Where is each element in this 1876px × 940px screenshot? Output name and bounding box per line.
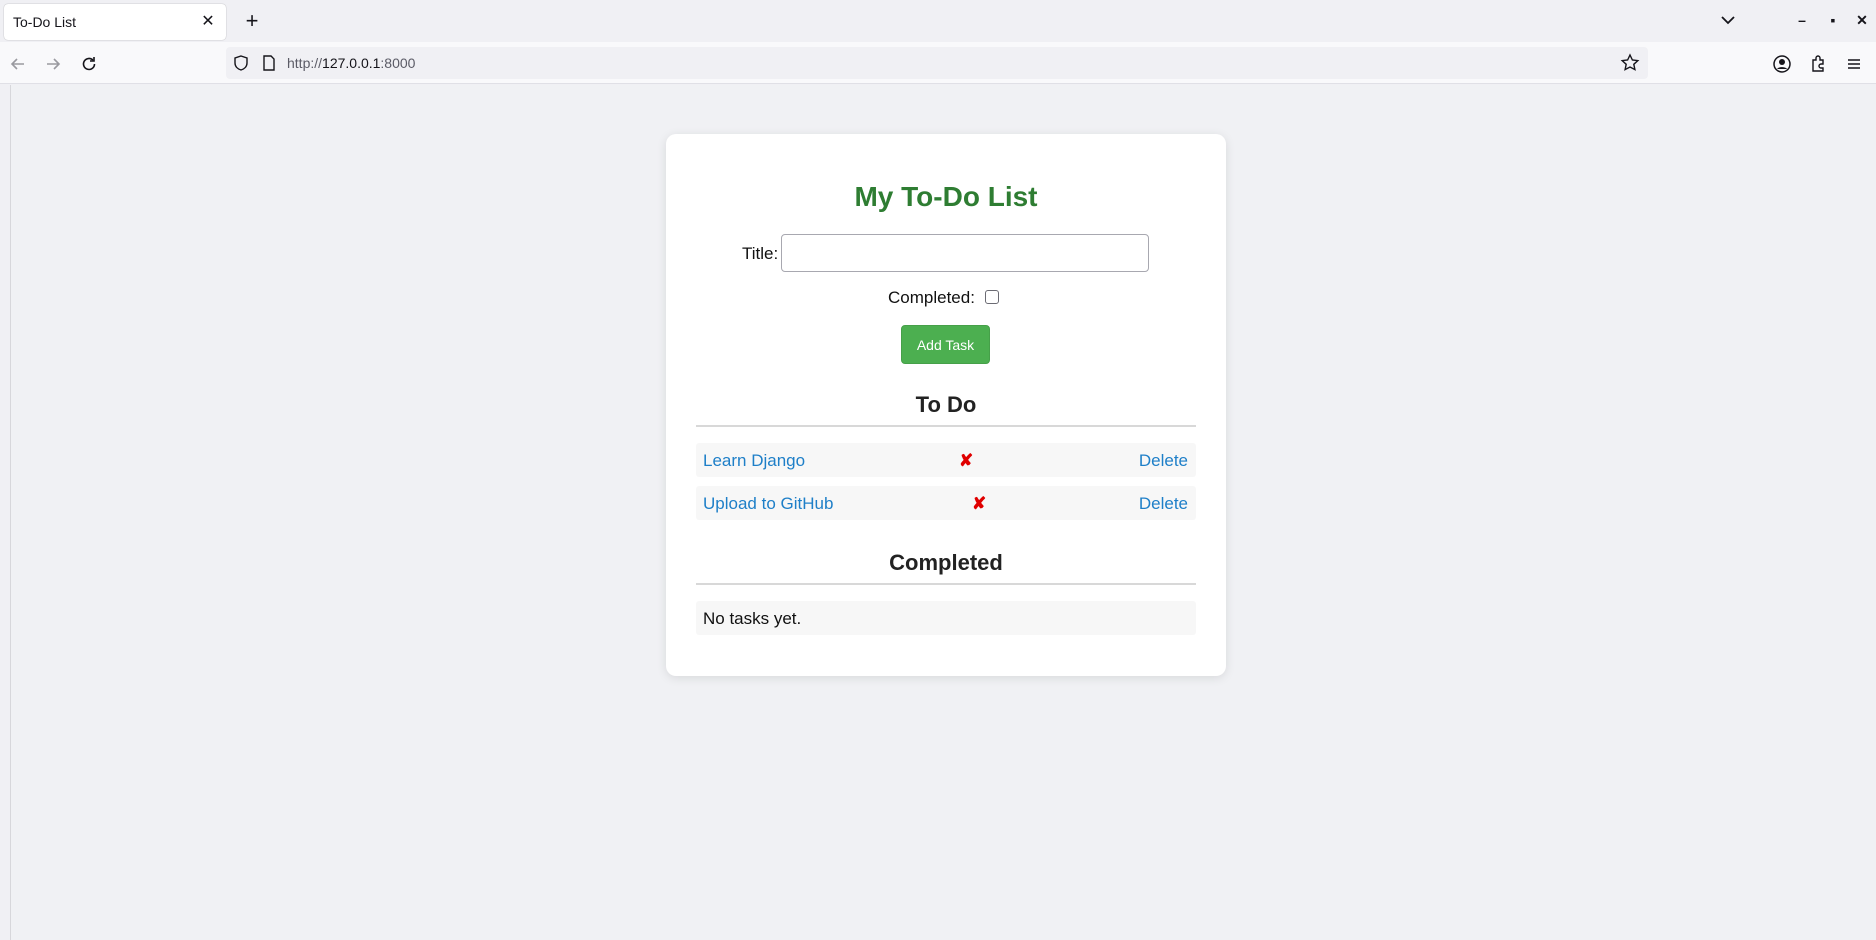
forward-arrow-icon[interactable] <box>39 50 67 78</box>
task-link[interactable]: Upload to GitHub <box>703 494 833 514</box>
completed-label: Completed: <box>888 288 975 307</box>
incomplete-mark-icon[interactable]: ✘ <box>959 451 973 471</box>
maximize-button[interactable]: ▪ <box>1821 8 1845 32</box>
new-tab-button[interactable]: + <box>238 8 266 36</box>
title-input[interactable] <box>781 234 1149 272</box>
delete-task-link[interactable]: Delete <box>1139 451 1188 471</box>
page-title: My To-Do List <box>854 181 1038 212</box>
empty-list-text: No tasks yet. <box>703 609 802 628</box>
close-window-button[interactable]: ✕ <box>1850 8 1874 32</box>
reload-icon[interactable] <box>75 50 103 78</box>
completed-section-title: Completed <box>889 550 1003 575</box>
browser-tab[interactable]: To-Do List ✕ <box>4 4 226 40</box>
completed-divider <box>696 583 1196 585</box>
completed-checkbox[interactable] <box>985 290 999 304</box>
back-arrow-icon[interactable] <box>4 50 32 78</box>
tab-close-icon[interactable]: ✕ <box>198 12 218 32</box>
title-label: Title: <box>742 244 779 263</box>
task-row: Learn Django ✘ Delete <box>696 443 1196 477</box>
task-row: Upload to GitHub ✘ Delete <box>696 486 1196 520</box>
bookmark-star-icon[interactable] <box>1620 53 1640 73</box>
delete-task-link[interactable]: Delete <box>1139 494 1188 514</box>
page-info-icon[interactable] <box>260 54 278 72</box>
task-link[interactable]: Learn Django <box>703 451 805 471</box>
tab-title: To-Do List <box>13 14 77 30</box>
url-bar[interactable]: http://127.0.0.1:8000 <box>226 47 1648 79</box>
tab-bar: To-Do List ✕ + – ▪ ✕ <box>0 0 1876 42</box>
account-icon[interactable] <box>1770 52 1794 76</box>
page-viewport: My To-Do List Title: Completed: Add Task… <box>10 85 1876 940</box>
todo-card: My To-Do List Title: Completed: Add Task… <box>666 134 1226 676</box>
navigation-bar: http://127.0.0.1:8000 <box>0 42 1876 84</box>
url-host: 127.0.0.1 <box>322 55 381 71</box>
todo-divider <box>696 425 1196 427</box>
add-task-button[interactable]: Add Task <box>901 325 990 364</box>
url-text[interactable]: http://127.0.0.1:8000 <box>287 55 415 71</box>
url-scheme: http:// <box>287 55 323 71</box>
title-field-row: Title: <box>666 234 1226 272</box>
menu-icon[interactable] <box>1842 52 1866 76</box>
completed-field-row: Completed: <box>666 287 1226 307</box>
extensions-icon[interactable] <box>1806 52 1830 76</box>
shield-icon[interactable] <box>232 54 250 72</box>
todo-section-title: To Do <box>915 392 977 417</box>
list-all-tabs-icon[interactable] <box>1716 8 1740 32</box>
url-port: :8000 <box>380 55 416 71</box>
empty-list-row: No tasks yet. <box>696 601 1196 635</box>
incomplete-mark-icon[interactable]: ✘ <box>972 494 986 514</box>
minimize-button[interactable]: – <box>1790 8 1814 32</box>
